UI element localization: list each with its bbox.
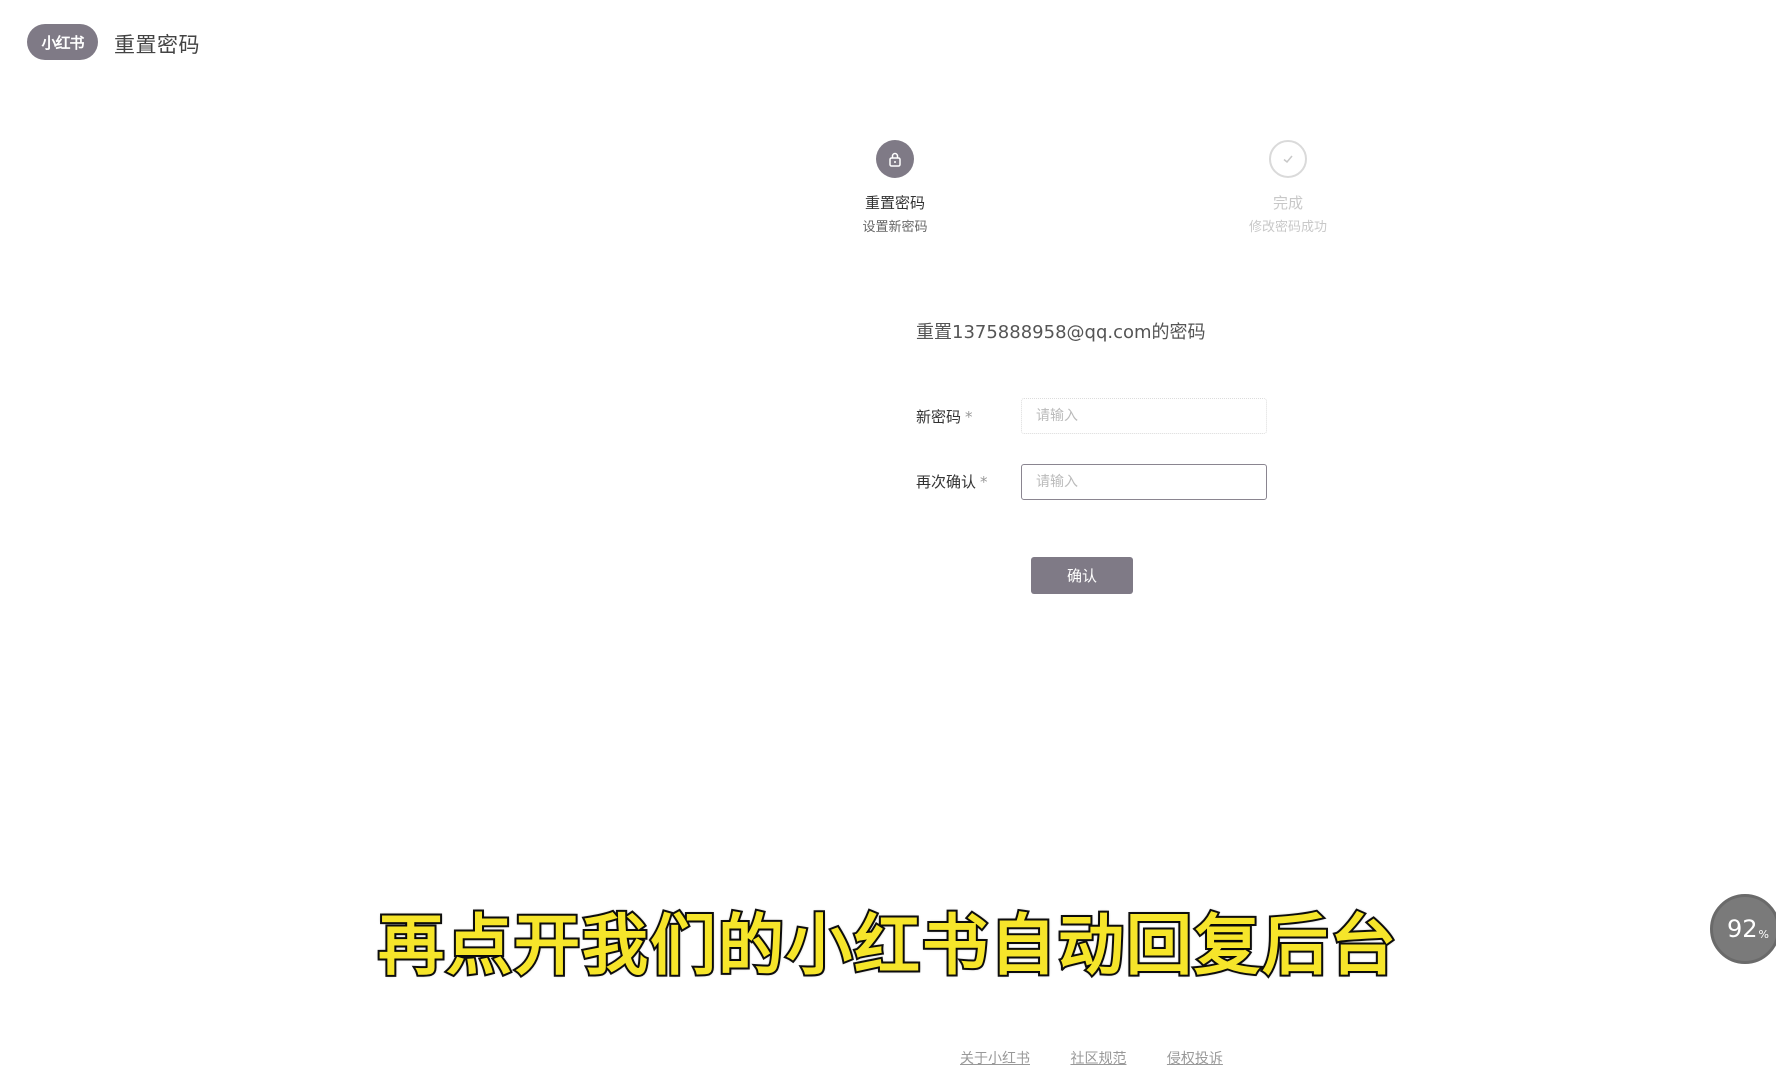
step-description: 设置新密码 — [862, 220, 928, 235]
footer-link-about[interactable]: 关于小红书 — [960, 1051, 1030, 1067]
check-icon — [1269, 140, 1307, 178]
label-text: 再次确认 — [916, 473, 977, 491]
footer: 关于小红书 社区规范 侵权投诉 — [960, 1048, 1259, 1068]
step-title: 重置密码 — [864, 194, 925, 212]
step-title: 完成 — [1272, 194, 1303, 212]
logo[interactable]: 小红书 — [27, 24, 98, 60]
step-reset-password: 重置密码 设置新密码 — [795, 140, 995, 235]
required-mark: * — [980, 473, 988, 491]
confirm-password-input[interactable] — [1021, 464, 1267, 500]
page-title: 重置密码 — [114, 33, 200, 57]
video-caption: 再点开我们的小红书自动回复后台 — [376, 905, 1398, 986]
step-description: 修改密码成功 — [1248, 220, 1327, 235]
footer-link-community-rules[interactable]: 社区规范 — [1070, 1051, 1126, 1067]
step-complete: 完成 修改密码成功 — [1188, 140, 1388, 235]
required-mark: * — [965, 408, 973, 426]
new-password-input[interactable] — [1021, 398, 1267, 434]
form-heading: 重置1375888958@qq.com的密码 — [916, 322, 1206, 343]
zoom-unit: % — [1758, 927, 1769, 941]
zoom-value: 92 — [1727, 915, 1758, 943]
confirm-button[interactable]: 确认 — [1031, 557, 1133, 594]
new-password-label: 新密码 * — [916, 406, 973, 427]
lock-icon — [876, 140, 914, 178]
footer-link-infringement-report[interactable]: 侵权投诉 — [1167, 1051, 1223, 1067]
label-text: 新密码 — [916, 408, 962, 426]
zoom-indicator[interactable]: 92% — [1710, 894, 1776, 964]
confirm-password-label: 再次确认 * — [916, 471, 988, 492]
